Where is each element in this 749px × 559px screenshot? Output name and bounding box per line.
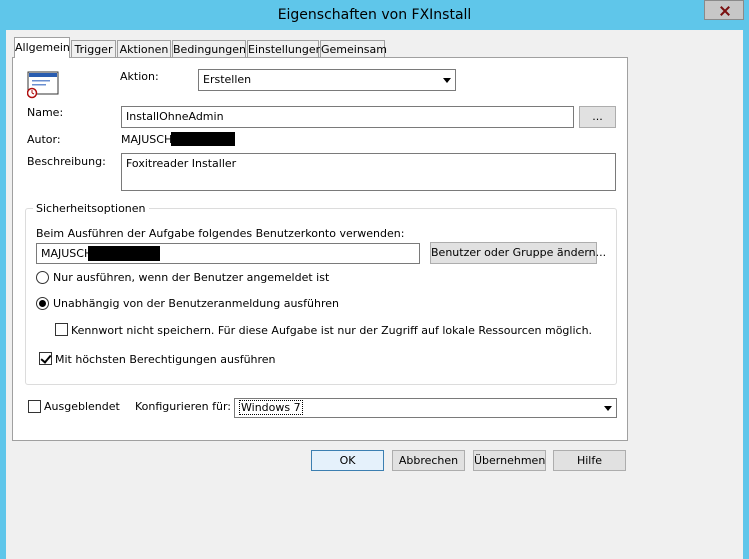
radio-logged-on[interactable]: [36, 271, 49, 284]
window-title: Eigenschaften von FXInstall: [277, 7, 472, 23]
radio-independent-label[interactable]: Unabhängig von der Benutzeranmeldung aus…: [53, 297, 339, 310]
hidden-checkbox[interactable]: [28, 400, 41, 413]
tab-einstellungen[interactable]: Einstellungen: [247, 40, 323, 58]
task-window-icon: [26, 71, 60, 99]
apply-button[interactable]: Übernehmen: [473, 450, 546, 471]
tab-allgemein[interactable]: Allgemein: [14, 37, 70, 58]
security-legend: Sicherheitsoptionen: [33, 202, 149, 215]
action-select[interactable]: Erstellen: [198, 69, 456, 91]
tab-trigger[interactable]: Trigger: [71, 40, 116, 58]
name-input[interactable]: InstallOhneAdmin: [121, 106, 574, 128]
tab-panel-allgemein: Aktion: Erstellen Name: InstallOhneAdmin…: [12, 57, 628, 441]
tab-aktionen[interactable]: Aktionen: [117, 40, 171, 58]
close-icon[interactable]: [704, 0, 744, 20]
action-select-value: Erstellen: [203, 73, 252, 86]
configure-select[interactable]: Windows 7: [234, 398, 617, 418]
cancel-button[interactable]: Abbrechen: [392, 450, 465, 471]
redacted-account: [88, 246, 160, 261]
action-label: Aktion:: [120, 70, 159, 83]
configure-select-value: Windows 7: [239, 400, 303, 415]
browse-button[interactable]: ...: [579, 106, 616, 128]
tab-bedingungen[interactable]: Bedingungen: [172, 40, 246, 58]
name-label: Name:: [27, 106, 64, 119]
help-button[interactable]: Hilfe: [553, 450, 626, 471]
radio-independent[interactable]: [36, 297, 49, 310]
tab-gemeinsam[interactable]: Gemeinsam: [320, 40, 387, 58]
change-user-button[interactable]: Benutzer oder Gruppe ändern...: [430, 242, 606, 264]
chevron-down-icon: [604, 406, 612, 411]
no-password-checkbox[interactable]: [55, 323, 68, 336]
description-label: Beschreibung:: [27, 155, 106, 168]
description-textarea[interactable]: Foxitreader Installer: [121, 153, 616, 191]
account-prompt: Beim Ausführen der Aufgabe folgendes Ben…: [36, 227, 405, 240]
redacted-author: [171, 132, 235, 146]
no-password-label[interactable]: Kennwort nicht speichern. Für diese Aufg…: [71, 324, 592, 337]
hidden-label[interactable]: Ausgeblendet: [44, 400, 120, 413]
author-value: MAJUSCH\: [121, 133, 176, 146]
author-label: Autor:: [27, 133, 61, 146]
highest-privileges-checkbox[interactable]: [39, 352, 52, 365]
configure-label: Konfigurieren für:: [135, 400, 231, 413]
chevron-down-icon: [443, 78, 451, 83]
radio-logged-on-label[interactable]: Nur ausführen, wenn der Benutzer angemel…: [53, 271, 329, 284]
highest-privileges-label[interactable]: Mit höchsten Berechtigungen ausführen: [55, 353, 276, 366]
ok-button[interactable]: OK: [311, 450, 384, 471]
